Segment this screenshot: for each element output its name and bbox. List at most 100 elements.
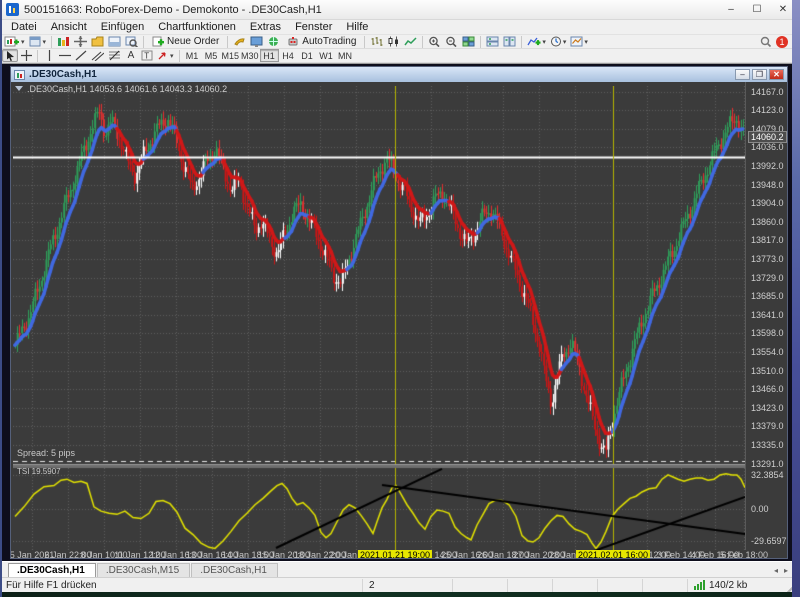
one-click-trading-arrow-icon[interactable] bbox=[15, 86, 23, 91]
toolbar-separator bbox=[51, 35, 53, 48]
price-axis-label: 13510.0 bbox=[751, 365, 784, 376]
menu-item-chartfunktionen[interactable]: Chartfunktionen bbox=[151, 20, 243, 35]
fibonacci-button[interactable] bbox=[106, 49, 123, 62]
tile-windows-button[interactable] bbox=[460, 35, 477, 48]
arrows-button[interactable]: ▾ bbox=[155, 49, 176, 62]
chart-tab[interactable]: .DE30Cash,M15 bbox=[96, 563, 191, 577]
status-help-text: Für Hilfe F1 drücken bbox=[6, 579, 97, 591]
maximize-button[interactable]: ☐ bbox=[744, 2, 770, 18]
minimize-button[interactable]: – bbox=[718, 2, 744, 18]
price-axis-label: 14123.0 bbox=[751, 105, 784, 116]
chart-screen-button[interactable] bbox=[248, 35, 265, 48]
price-axis-label: 13641.0 bbox=[751, 309, 784, 320]
search-icon[interactable] bbox=[760, 36, 772, 48]
periods-button[interactable]: ▾ bbox=[548, 35, 569, 48]
menu-item-ansicht[interactable]: Ansicht bbox=[44, 20, 94, 35]
tab-scroll-left-icon[interactable]: ◂ bbox=[774, 566, 778, 575]
line-chart-button[interactable] bbox=[402, 35, 419, 48]
timeframe-button-h4[interactable]: H4 bbox=[279, 49, 298, 62]
time-axis-label-highlighted: 2021.02.01 16:00 bbox=[575, 550, 651, 558]
strategy-tester-button[interactable] bbox=[123, 35, 140, 48]
trendline-button[interactable] bbox=[73, 49, 89, 62]
toolbar-separator bbox=[364, 35, 366, 48]
timeframe-button-m5[interactable]: M5 bbox=[202, 49, 221, 62]
autotrading-button[interactable]: AutoTrading bbox=[282, 35, 361, 48]
tile-vertical-button[interactable] bbox=[501, 35, 518, 48]
menu-item-extras[interactable]: Extras bbox=[243, 20, 288, 35]
crosshair-button[interactable] bbox=[18, 49, 34, 62]
timeframe-button-m15[interactable]: M15 bbox=[221, 49, 241, 62]
cursor-button[interactable] bbox=[2, 49, 18, 62]
toolbar-standard: ▾ ▾ Neue Order AutoTrading ▾ ▾ ▾ 1 bbox=[0, 35, 800, 49]
timeframe-button-m1[interactable]: M1 bbox=[183, 49, 202, 62]
candlestick-chart-button[interactable] bbox=[385, 35, 402, 48]
timeframe-button-h1[interactable]: H1 bbox=[259, 49, 279, 62]
chart-tabs-bar: .DE30Cash,H1 .DE30Cash,M15 .DE30Cash,H1 ◂ … bbox=[0, 561, 800, 577]
metatrader-window: 500151663: RoboForex-Demo - Demokonto - … bbox=[0, 0, 800, 597]
tab-scroll-arrows[interactable]: ◂ ▸ bbox=[774, 566, 788, 575]
terminal-button[interactable] bbox=[106, 35, 123, 48]
depth-of-market-button[interactable] bbox=[231, 35, 248, 48]
timeframe-button-m30[interactable]: M30 bbox=[240, 49, 260, 62]
toolbar-separator bbox=[37, 49, 38, 62]
indicator-axis-label: 32.3854 bbox=[751, 469, 784, 480]
window-border-bottom bbox=[0, 592, 800, 597]
text-button[interactable]: A bbox=[123, 49, 139, 62]
data-window-button[interactable] bbox=[72, 35, 89, 48]
chart-restore-button[interactable]: ❐ bbox=[752, 69, 767, 80]
horizontal-line-button[interactable] bbox=[57, 49, 73, 62]
price-axis-label: 13423.0 bbox=[751, 402, 784, 413]
chart-tab[interactable]: .DE30Cash,H1 bbox=[191, 563, 278, 577]
price-axis-label: 13773.0 bbox=[751, 253, 784, 264]
new-order-label: Neue Order bbox=[167, 36, 220, 47]
timeframe-button-w1[interactable]: W1 bbox=[317, 49, 336, 62]
new-order-button[interactable]: Neue Order bbox=[147, 35, 224, 48]
price-axis-label: 13291.0 bbox=[751, 458, 784, 469]
svg-text:T: T bbox=[144, 52, 149, 61]
zoom-in-button[interactable] bbox=[426, 35, 443, 48]
chevron-down-icon: ▾ bbox=[584, 38, 588, 46]
text-label-button[interactable]: T bbox=[139, 49, 155, 62]
status-traffic: 140/2 kb bbox=[687, 578, 785, 592]
toolbar-line-studies: A T ▾ M1 M5 M15 M30 H1 H4 D1 W1 MN bbox=[0, 49, 800, 63]
ohlc-label: .DE30Cash,H1 14053.6 14061.6 14043.3 140… bbox=[27, 84, 228, 94]
window-border-left bbox=[0, 0, 2, 597]
community-button[interactable] bbox=[265, 35, 282, 48]
status-cell-empty bbox=[452, 578, 507, 592]
new-chart-button[interactable]: ▾ bbox=[2, 35, 27, 48]
zoom-out-button[interactable] bbox=[443, 35, 460, 48]
market-watch-button[interactable] bbox=[55, 35, 72, 48]
menu-item-datei[interactable]: Datei bbox=[4, 20, 44, 35]
vertical-line-button[interactable] bbox=[41, 49, 57, 62]
menu-item-fenster[interactable]: Fenster bbox=[288, 20, 339, 35]
notification-badge[interactable]: 1 bbox=[776, 35, 788, 48]
channel-button[interactable] bbox=[89, 49, 106, 62]
bar-chart-button[interactable] bbox=[368, 35, 385, 48]
chart-minimize-button[interactable]: – bbox=[735, 69, 750, 80]
price-axis-label: 13729.0 bbox=[751, 272, 784, 283]
templates-button[interactable]: ▾ bbox=[568, 35, 590, 48]
chart-body: .DE30Cash,H1 14053.6 14061.6 14043.3 140… bbox=[11, 82, 787, 558]
menu-item-hilfe[interactable]: Hilfe bbox=[339, 20, 375, 35]
price-axis-label: 13335.0 bbox=[751, 439, 784, 450]
price-axis-label: 14036.0 bbox=[751, 142, 784, 153]
menu-item-einfügen[interactable]: Einfügen bbox=[94, 20, 151, 35]
chart-tab[interactable]: .DE30Cash,H1 bbox=[8, 563, 96, 577]
price-chart-canvas[interactable] bbox=[13, 86, 745, 550]
chart-window-titlebar[interactable]: .DE30Cash,H1 – ❐ ✕ bbox=[11, 67, 787, 82]
navigator-button[interactable] bbox=[89, 35, 106, 48]
indicators-button[interactable]: ▾ bbox=[525, 35, 548, 48]
chart-close-button[interactable]: ✕ bbox=[769, 69, 784, 80]
toolbar-separator bbox=[227, 35, 229, 48]
status-cell-empty bbox=[507, 578, 552, 592]
tile-horizontal-button[interactable] bbox=[484, 35, 501, 48]
tab-scroll-right-icon[interactable]: ▸ bbox=[784, 566, 788, 575]
price-axis-label: 13554.0 bbox=[751, 346, 784, 357]
timeframe-button-mn[interactable]: MN bbox=[336, 49, 355, 62]
profiles-button[interactable]: ▾ bbox=[27, 35, 49, 48]
price-axis: 14167.0 14123.0 14079.0 14036.0 13992.0 13948… bbox=[745, 82, 787, 558]
timeframe-button-d1[interactable]: D1 bbox=[298, 49, 317, 62]
time-axis-label-highlighted: 2021.01.21 19:00 bbox=[357, 550, 433, 558]
window-title: 500151663: RoboForex-Demo - Demokonto - … bbox=[24, 3, 322, 16]
price-axis-label: 13379.0 bbox=[751, 421, 784, 432]
